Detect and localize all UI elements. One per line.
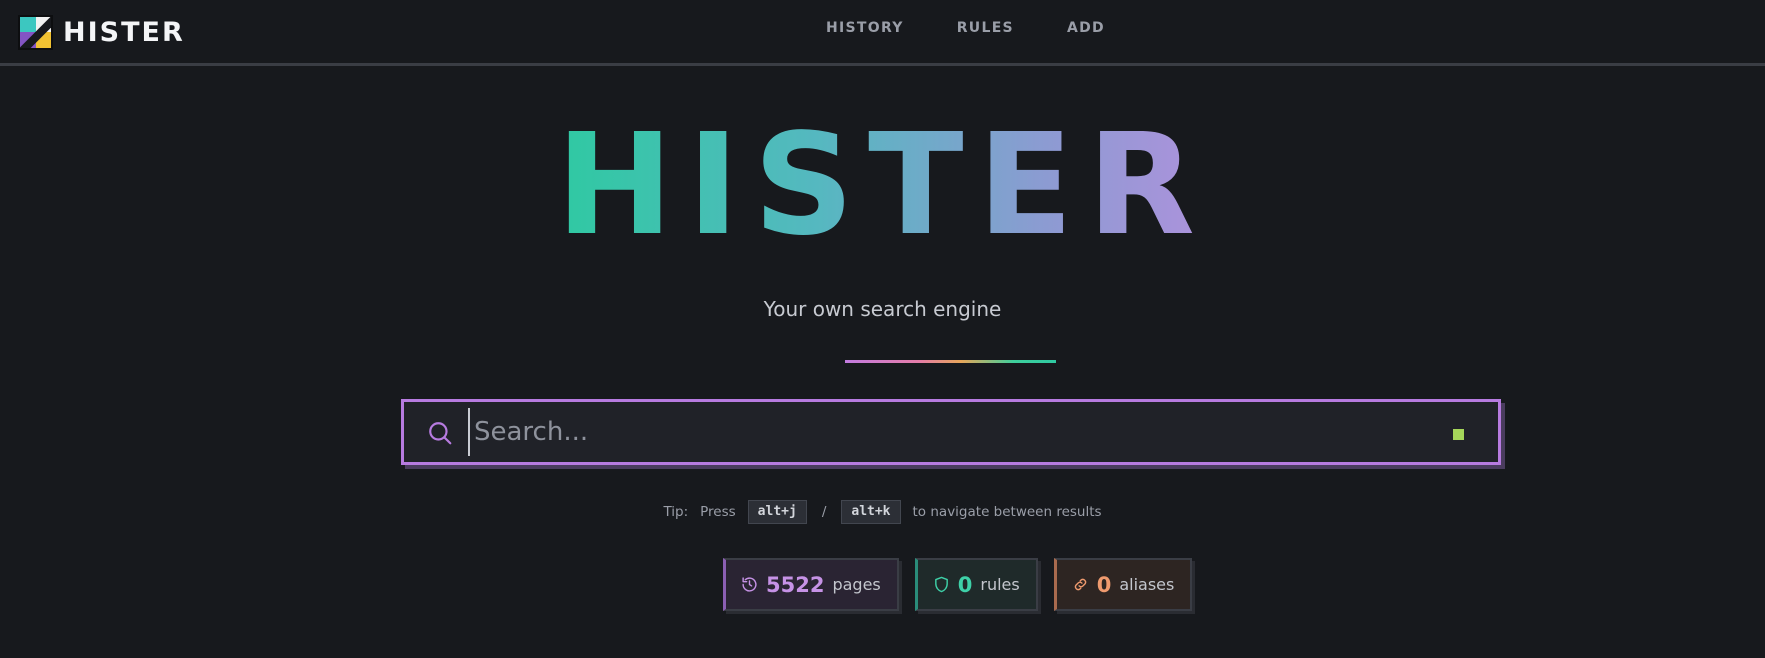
tip-label: Tip: <box>663 504 689 520</box>
search-icon <box>429 422 452 445</box>
stat-rules-value: 0 <box>957 572 973 597</box>
stat-aliases-label: aliases <box>1119 575 1175 594</box>
stat-rules-label: rules <box>980 575 1020 594</box>
kbd-separator: / <box>821 504 827 520</box>
search-box <box>401 399 1501 465</box>
stat-rules[interactable]: 0 rules <box>914 558 1038 611</box>
shield-icon <box>934 576 948 593</box>
hero: HISTER <box>0 116 1765 256</box>
kbd-next: alt+j <box>747 500 807 524</box>
hero-title: HISTER <box>555 104 1210 267</box>
nav-rules[interactable]: RULES <box>957 20 1014 36</box>
tip-press: Press <box>700 504 736 520</box>
gradient-divider <box>845 360 1056 363</box>
tagline: Your own search engine <box>763 297 1002 321</box>
keyboard-tip: Tip: Press alt+j / alt+k to navigate bet… <box>0 500 1765 524</box>
stat-aliases-value: 0 <box>1096 572 1112 597</box>
top-navbar: HISTER HISTORY RULES ADD <box>0 0 1765 66</box>
stats-row: 5522 pages 0 rules 0 aliases <box>723 558 1193 611</box>
brand-name: HISTER <box>63 16 185 48</box>
stat-aliases[interactable]: 0 aliases <box>1053 558 1193 611</box>
search-input[interactable] <box>468 408 1428 456</box>
stat-pages-value: 5522 <box>766 572 825 597</box>
main-nav: HISTORY RULES ADD <box>826 20 1105 36</box>
status-indicator <box>1453 429 1464 440</box>
tip-suffix: to navigate between results <box>912 504 1102 520</box>
stat-pages-label: pages <box>832 575 881 594</box>
nav-history[interactable]: HISTORY <box>826 20 904 36</box>
brand-home-link[interactable]: HISTER <box>18 14 185 50</box>
link-icon <box>1074 578 1086 591</box>
kbd-prev: alt+k <box>841 500 901 524</box>
stat-pages[interactable]: 5522 pages <box>723 558 899 611</box>
hister-logo-icon <box>18 14 53 50</box>
nav-add[interactable]: ADD <box>1067 20 1105 36</box>
history-icon <box>742 577 757 592</box>
